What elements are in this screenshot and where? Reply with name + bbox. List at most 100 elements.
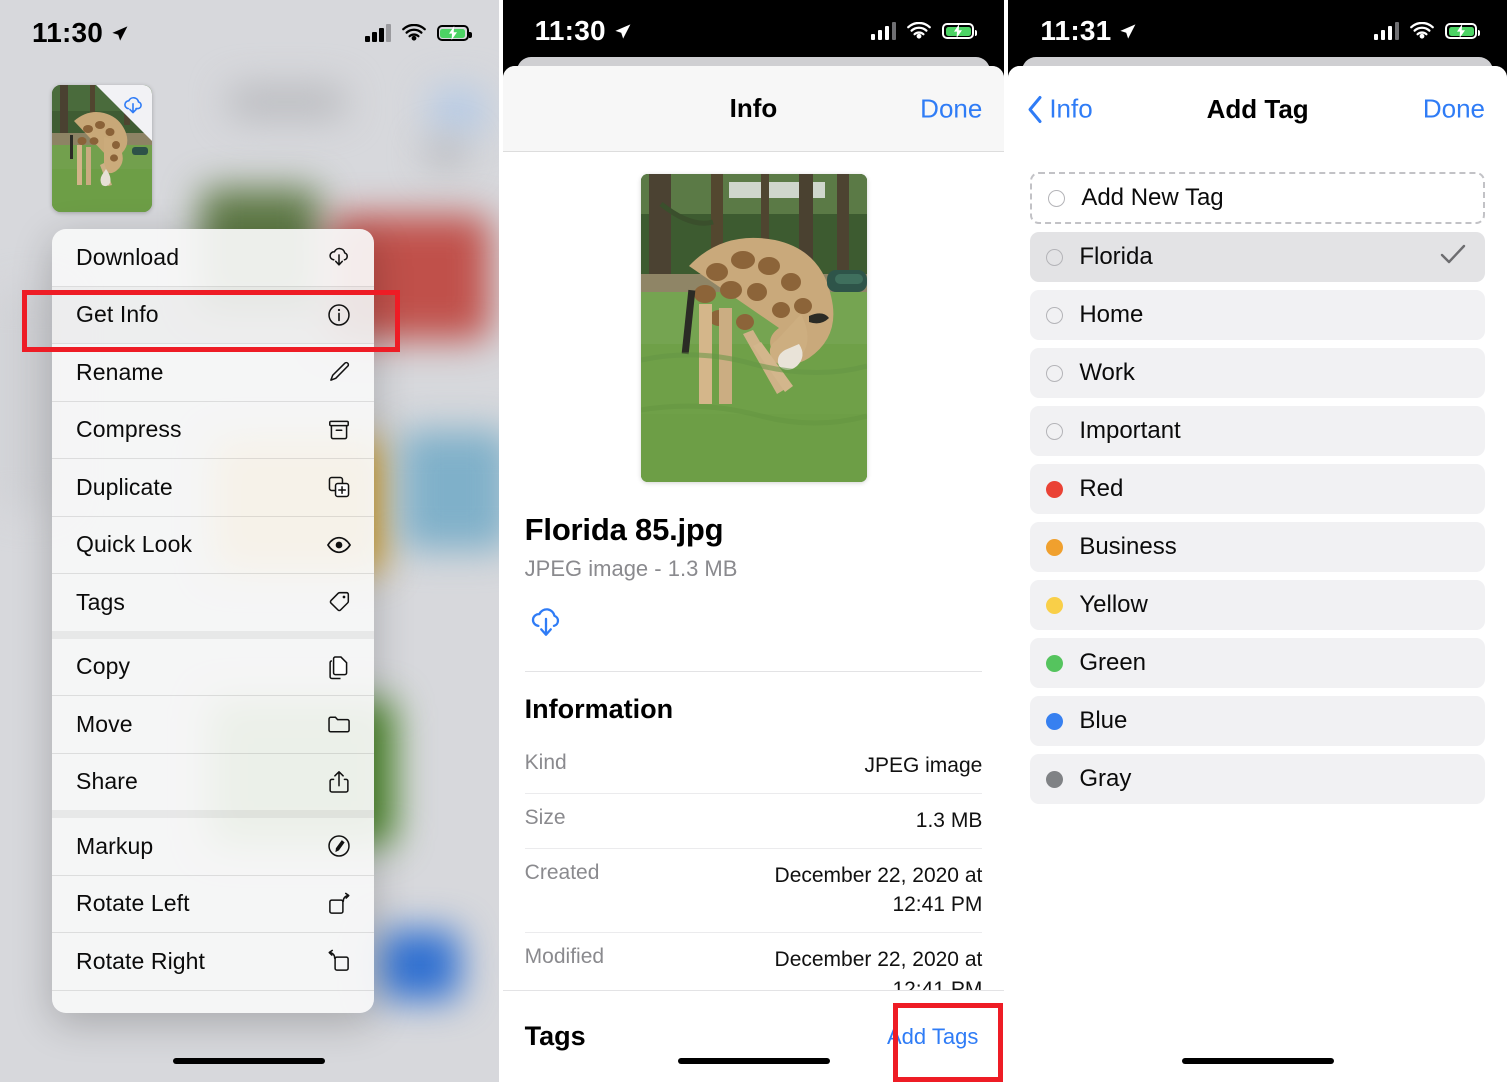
file-meta: JPEG image - 1.3 MB: [524, 556, 738, 581]
tag-label: Work: [1079, 359, 1135, 386]
info-key: Created: [524, 860, 600, 884]
context-menu-item-share[interactable]: Share: [52, 754, 374, 811]
list-item-tag-important[interactable]: Important: [1030, 406, 1485, 456]
info-navbar: Info Done: [502, 66, 1005, 152]
status-bar-right: [1373, 21, 1480, 41]
context-menu-item-compress[interactable]: Compress: [52, 402, 374, 459]
tags-section-bar: Tags Add Tags: [502, 990, 1005, 1082]
context-menu-item-label: Rename: [76, 358, 164, 385]
radio-circle-icon: [1046, 422, 1064, 440]
status-bar-right: [870, 21, 978, 41]
radio-circle-icon: [1048, 189, 1066, 207]
color-dot-icon: [1046, 654, 1064, 672]
context-menu-item-label: Get Info: [76, 301, 159, 328]
context-menu-item-label: Rotate Right: [76, 947, 206, 974]
context-menu-item-label: Compress: [76, 416, 182, 443]
info-value: JPEG image: [864, 754, 983, 777]
context-menu-item-move[interactable]: Move: [52, 696, 374, 753]
cellular-bars-icon: [365, 24, 391, 42]
back-button-info[interactable]: Info: [1026, 93, 1093, 125]
context-menu-item-partial[interactable]: [52, 991, 374, 1013]
copy-pages-icon: [326, 654, 352, 680]
list-item-tag-blue[interactable]: Blue: [1030, 696, 1485, 746]
context-menu-item-rotate-right[interactable]: Rotate Right: [52, 933, 374, 990]
menu-group-separator: [52, 630, 374, 639]
context-menu-item-label: Markup: [76, 832, 154, 859]
back-button-label: Info: [1049, 93, 1093, 124]
context-menu-item-get-info[interactable]: Get Info: [52, 287, 374, 344]
context-menu: Download Get Info Rename Compress Duplic…: [52, 229, 374, 1013]
done-button[interactable]: Done: [1423, 94, 1485, 125]
context-menu-item-label: Download: [76, 243, 180, 270]
add-tag-navbar: Info Add Tag Done: [1008, 66, 1507, 152]
list-item-tag-red[interactable]: Red: [1030, 464, 1485, 514]
context-menu-item-tags[interactable]: Tags: [52, 574, 374, 631]
tag-label: Add New Tag: [1081, 184, 1224, 211]
radio-circle-icon: [1046, 364, 1064, 382]
radio-circle-icon: [1046, 306, 1064, 324]
pencil-icon: [326, 359, 352, 385]
list-item-tag-home[interactable]: Home: [1030, 290, 1485, 340]
file-preview-image[interactable]: [640, 174, 867, 482]
battery-charging-icon: [1445, 23, 1480, 39]
color-dot-icon: [1046, 480, 1064, 498]
status-bar-right: [365, 23, 472, 43]
tag-label: Important: [1079, 417, 1181, 444]
info-key: Size: [524, 805, 566, 829]
context-menu-item-markup[interactable]: Markup: [52, 818, 374, 875]
context-menu-item-quick-look[interactable]: Quick Look: [52, 517, 374, 574]
context-menu-item-download[interactable]: Download: [52, 229, 374, 286]
status-bar-left: 11:30: [535, 15, 632, 47]
status-bar-left: 11:30: [32, 17, 129, 49]
context-menu-item-duplicate[interactable]: Duplicate: [52, 459, 374, 516]
context-menu-item-label: Duplicate: [76, 473, 173, 500]
context-menu-item-rotate-left[interactable]: Rotate Left: [52, 876, 374, 933]
tag-label: Blue: [1079, 707, 1128, 734]
page-title: Info: [729, 93, 778, 123]
tag-icon: [326, 589, 352, 615]
info-sheet: Info Done Florida 85.jpg JPEG image - 1.…: [502, 66, 1005, 1082]
context-menu-item-label: Tags: [76, 588, 125, 615]
panel-files-context-menu: 11:30 Download Get Info Rename Compress …: [0, 0, 499, 1082]
wifi-icon: [1410, 21, 1434, 39]
rotate-left-icon: [326, 891, 352, 917]
panel-add-tag: 11:31 Info Add Tag Done Add New Tag Flor…: [1008, 0, 1507, 1082]
home-indicator: [677, 1058, 830, 1064]
cellular-bars-icon: [870, 22, 897, 40]
folder-icon: [326, 711, 352, 737]
context-menu-item-label: Copy: [76, 653, 131, 680]
info-key: Modified: [524, 945, 605, 969]
giraffe-thumbnail[interactable]: [52, 85, 152, 212]
status-bar: 11:30: [503, 0, 1005, 62]
context-menu-item-label: Move: [76, 710, 133, 737]
table-row: Kind JPEG image: [524, 739, 983, 794]
add-tags-button[interactable]: Add Tags: [887, 1024, 978, 1050]
tags-title: Tags: [524, 1021, 586, 1051]
list-item-tag-business[interactable]: Business: [1030, 522, 1485, 572]
list-item-add-new-tag[interactable]: Add New Tag: [1030, 172, 1485, 224]
location-arrow-icon: [1120, 23, 1136, 39]
battery-charging-icon: [436, 25, 472, 41]
info-key: Kind: [524, 751, 567, 774]
tag-label: Florida: [1079, 243, 1153, 270]
table-row: Size 1.3 MB: [524, 794, 983, 849]
cloud-download-icon: [326, 244, 352, 270]
tag-list: Add New Tag Florida Home Work Important …: [1008, 152, 1507, 804]
list-item-tag-gray[interactable]: Gray: [1030, 754, 1485, 804]
cloud-download-icon[interactable]: [525, 604, 567, 642]
battery-charging-icon: [942, 23, 978, 39]
status-time: 11:31: [1040, 15, 1112, 46]
list-item-tag-work[interactable]: Work: [1030, 348, 1485, 398]
done-button[interactable]: Done: [920, 93, 982, 124]
giraffe-photo: [640, 174, 867, 482]
context-menu-item-copy[interactable]: Copy: [52, 639, 374, 696]
list-item-tag-yellow[interactable]: Yellow: [1030, 580, 1485, 630]
context-menu-item-rename[interactable]: Rename: [52, 344, 374, 401]
list-item-tag-florida[interactable]: Florida: [1030, 232, 1485, 282]
information-section-title: Information: [524, 694, 674, 724]
wifi-icon: [401, 23, 426, 41]
list-item-tag-green[interactable]: Green: [1030, 638, 1485, 688]
cellular-bars-icon: [1373, 22, 1399, 40]
page-title: Add Tag: [1206, 93, 1309, 124]
panel-file-info: 11:30 Info Done Florida 85.jpg JPEG imag…: [502, 0, 1005, 1082]
